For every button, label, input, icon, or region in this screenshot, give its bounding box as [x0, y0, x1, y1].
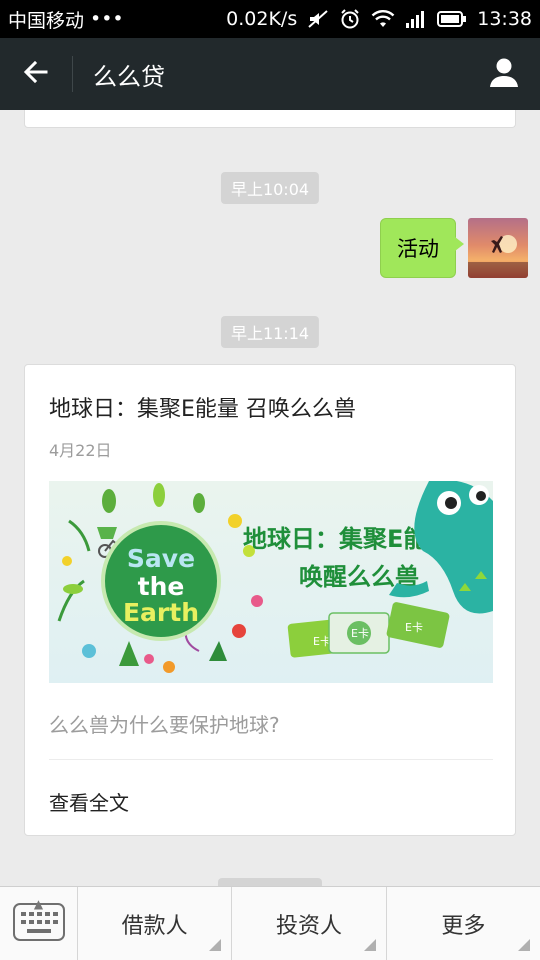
svg-text:Save: Save — [127, 544, 195, 573]
bottom-menu: ▲ 借款人 投资人 更多 — [0, 886, 540, 960]
article-cover-image[interactable]: Save the Earth 地球日：集聚E能量 唤醒么么兽 E卡 E卡 E卡 — [49, 481, 493, 683]
signal-icon — [405, 9, 427, 29]
avatar[interactable] — [468, 218, 528, 278]
submenu-indicator-icon — [209, 939, 222, 951]
menu-label: 投资人 — [275, 914, 342, 939]
clock: 13:38 — [477, 8, 532, 30]
timestamp: 早上10:04 — [220, 172, 320, 204]
svg-text:Earth: Earth — [123, 598, 199, 627]
title-divider — [72, 56, 73, 92]
sent-message-bubble[interactable]: 活动 — [380, 218, 464, 278]
back-arrow-icon — [22, 58, 50, 90]
menu-label: 更多 — [441, 914, 486, 939]
person-icon — [487, 55, 521, 93]
svg-text:E卡: E卡 — [351, 627, 369, 640]
keyboard-toggle-button[interactable]: ▲ — [0, 887, 78, 960]
mute-icon — [307, 9, 329, 29]
chat-area[interactable]: 早上10:04 活动 早上11:14 地球日：集聚E能量 召唤么么兽 4月22日 — [0, 110, 540, 886]
svg-text:the: the — [138, 572, 185, 601]
e-card-icon: E卡 E卡 E卡 — [287, 602, 450, 658]
caret-up-icon: ▲ — [33, 897, 44, 911]
back-button[interactable] — [0, 38, 72, 110]
alarm-icon — [339, 8, 361, 30]
menu-more[interactable]: 更多 — [387, 887, 540, 960]
network-speed: 0.02K/s — [226, 8, 298, 30]
menu-label: 借款人 — [121, 914, 188, 939]
article-title: 地球日：集聚E能量 召唤么么兽 — [49, 397, 356, 422]
svg-text:E卡: E卡 — [405, 621, 423, 634]
divider — [49, 759, 493, 760]
read-full-article-link[interactable]: 查看全文 — [49, 787, 129, 816]
carrier-label: 中国移动 — [8, 9, 85, 32]
sent-message-row: 活动 — [380, 218, 528, 278]
wifi-icon — [371, 9, 395, 29]
submenu-indicator-icon — [363, 939, 376, 951]
article-card[interactable]: 地球日：集聚E能量 召唤么么兽 4月22日 Save the Earth 地球日… — [24, 364, 516, 836]
timestamp: 早上11:14 — [220, 316, 320, 348]
page-title: 么么贷 — [93, 62, 165, 91]
article-date: 4月22日 — [49, 441, 112, 460]
next-timestamp-peek — [218, 878, 322, 886]
profile-button[interactable] — [468, 38, 540, 110]
article-summary: 么么兽为什么要保护地球? — [49, 713, 280, 737]
battery-icon — [437, 9, 467, 29]
previous-article-card[interactable] — [24, 110, 516, 128]
notification-dots: ••• — [90, 8, 124, 30]
status-bar: 中国移动 ••• 0.02K/s 13:38 — [0, 0, 540, 38]
menu-investor[interactable]: 投资人 — [232, 887, 387, 960]
menu-borrower[interactable]: 借款人 — [78, 887, 233, 960]
submenu-indicator-icon — [517, 939, 530, 951]
title-bar: 么么贷 — [0, 38, 540, 110]
